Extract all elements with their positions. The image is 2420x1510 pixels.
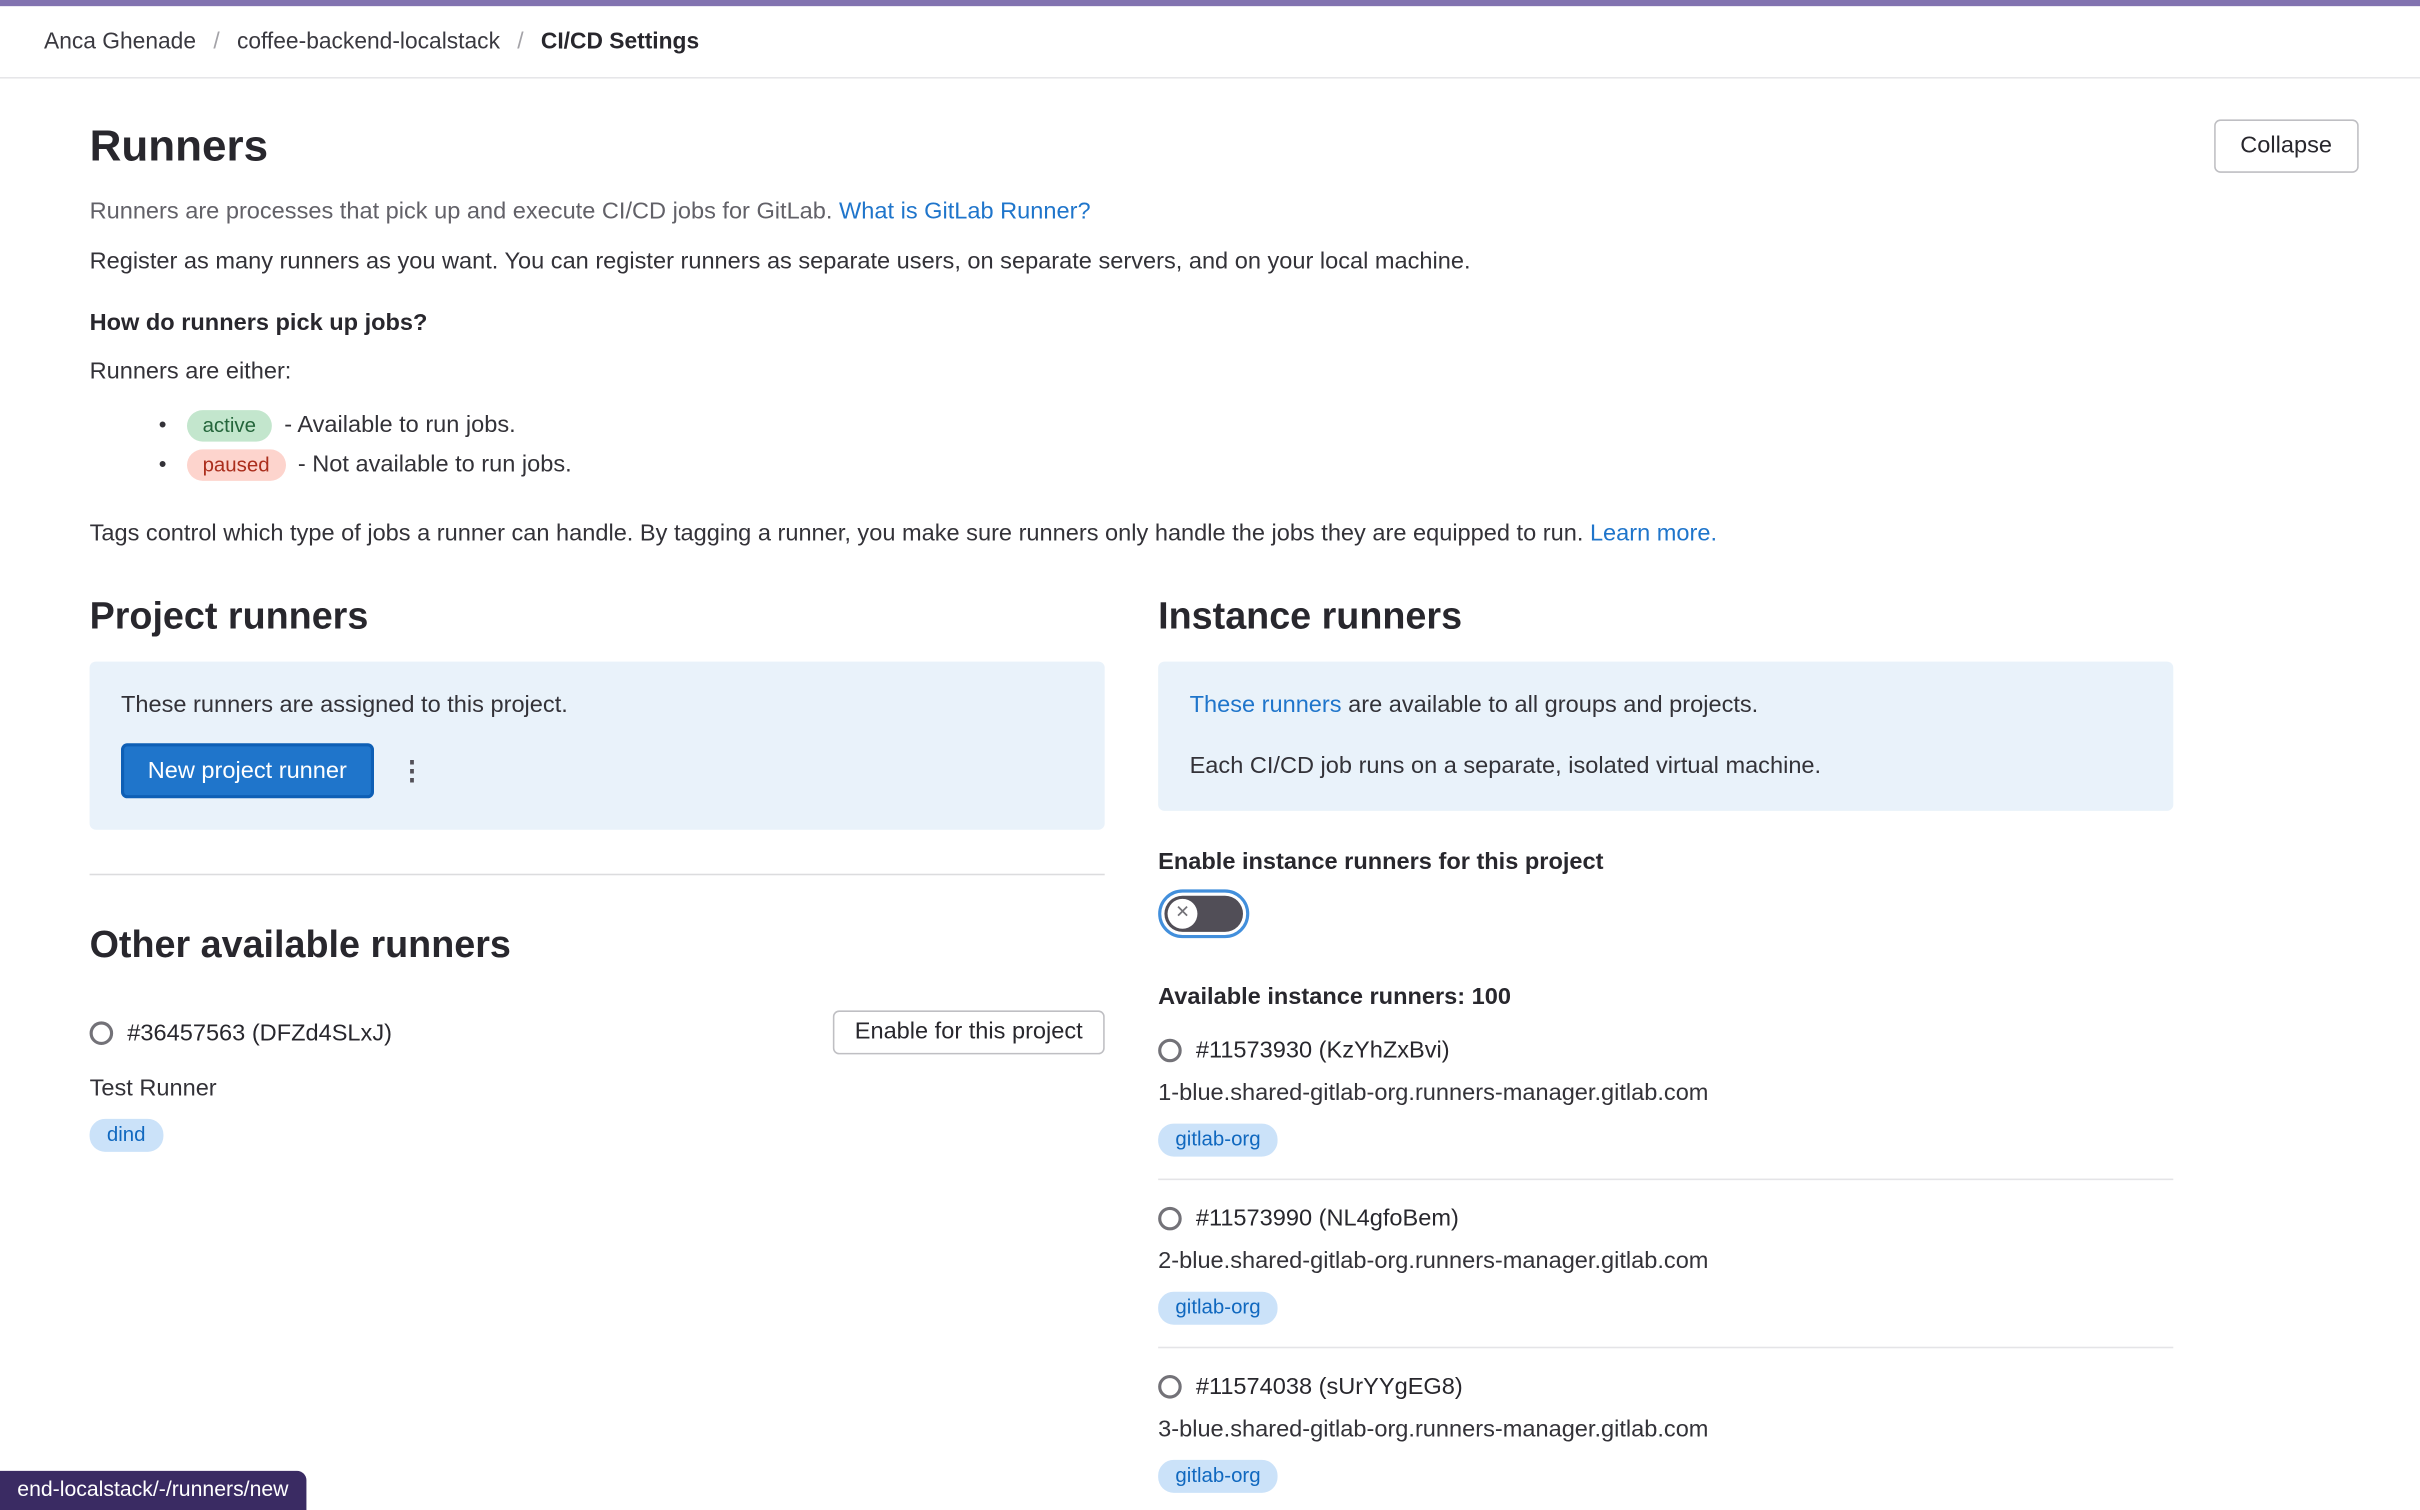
what-is-gitlab-runner-link[interactable]: What is GitLab Runner? bbox=[839, 198, 1091, 225]
enable-for-project-button[interactable]: Enable for this project bbox=[833, 1010, 1105, 1054]
runner-id-group: #36457563 (DFZd4SLxJ) bbox=[90, 1019, 392, 1046]
active-badge: active bbox=[187, 410, 272, 441]
runner-id-group: #11573990 (NL4gfoBem) bbox=[1158, 1205, 2173, 1232]
instance-runner-row: #11573990 (NL4gfoBem) 2-blue.shared-gitl… bbox=[1158, 1205, 2173, 1348]
new-project-runner-button[interactable]: New project runner bbox=[121, 743, 374, 798]
project-runners-info-box: These runners are assigned to this proje… bbox=[90, 662, 1105, 830]
runner-tag: gitlab-org bbox=[1158, 1292, 1278, 1325]
runners-columns: Project runners These runners are assign… bbox=[90, 594, 2359, 1493]
runner-tag: gitlab-org bbox=[1158, 1124, 1278, 1157]
paused-badge: paused bbox=[187, 449, 285, 480]
how-runners-pick-up-jobs-heading: How do runners pick up jobs? bbox=[90, 310, 2359, 337]
runner-id: #11573990 (NL4gfoBem) bbox=[1196, 1205, 1459, 1232]
enable-instance-runners-label: Enable instance runners for this project bbox=[1158, 849, 2173, 876]
register-text: Register as many runners as you want. Yo… bbox=[90, 248, 2359, 275]
project-runners-actions: New project runner ⋮ bbox=[121, 743, 1073, 798]
breadcrumb-user[interactable]: Anca Ghenade bbox=[44, 29, 196, 54]
runner-status-icon bbox=[1158, 1039, 1182, 1063]
instance-runners-title: Instance runners bbox=[1158, 594, 2173, 641]
runner-status-icon bbox=[1158, 1207, 1182, 1231]
other-runner-row: #36457563 (DFZd4SLxJ) Enable for this pr… bbox=[90, 1010, 1105, 1054]
runner-id: #11573930 (KzYhZxBvi) bbox=[1196, 1037, 1450, 1064]
info-rest: are available to all groups and projects… bbox=[1342, 691, 1759, 718]
runner-id-group: #11573930 (KzYhZxBvi) bbox=[1158, 1037, 2173, 1064]
runners-intro: Runners are processes that pick up and e… bbox=[90, 198, 2359, 225]
breadcrumb-separator: / bbox=[213, 29, 219, 54]
instance-runners-column: Instance runners These runners are avail… bbox=[1158, 594, 2173, 1493]
runner-id: #36457563 (DFZd4SLxJ) bbox=[127, 1019, 392, 1046]
gitlab-runners-settings-page: Anca Ghenade / coffee-backend-localstack… bbox=[0, 0, 2420, 1510]
breadcrumb-separator: / bbox=[517, 29, 523, 54]
learn-more-link[interactable]: Learn more. bbox=[1590, 520, 1717, 547]
runner-id-group: #11574038 (sUrYYgEG8) bbox=[1158, 1373, 2173, 1400]
instance-runners-info-line1: These runners are available to all group… bbox=[1190, 691, 2142, 718]
project-runners-column: Project runners These runners are assign… bbox=[90, 594, 1105, 1152]
instance-runners-toggle[interactable]: ✕ bbox=[1158, 889, 1249, 938]
instance-runner-row: #11574038 (sUrYYgEG8) 3-blue.shared-gitl… bbox=[1158, 1373, 2173, 1492]
divider bbox=[1158, 1179, 2173, 1181]
instance-runner-row: #11573930 (KzYhZxBvi) 1-blue.shared-gitl… bbox=[1158, 1037, 2173, 1180]
list-item: • active - Available to run jobs. bbox=[159, 405, 2359, 444]
tags-description: Tags control which type of jobs a runner… bbox=[90, 520, 2359, 547]
runner-state-list: • active - Available to run jobs. • paused-… bbox=[90, 405, 2359, 484]
runners-title-row: Runners Collapse bbox=[90, 119, 2359, 172]
toggle-off-x-icon: ✕ bbox=[1168, 899, 1198, 929]
runner-status-icon bbox=[90, 1021, 114, 1045]
paused-description: - Not available to run jobs. bbox=[298, 451, 572, 478]
bullet-icon: • bbox=[159, 451, 167, 476]
runner-id: #11574038 (sUrYYgEG8) bbox=[1196, 1373, 1463, 1400]
divider bbox=[90, 874, 1105, 876]
breadcrumb: Anca Ghenade / coffee-backend-localstack… bbox=[0, 6, 2420, 78]
runner-status-icon bbox=[1158, 1375, 1182, 1399]
kebab-menu-icon[interactable]: ⋮ bbox=[383, 752, 441, 790]
runner-tag: gitlab-org bbox=[1158, 1460, 1278, 1493]
active-description: - Available to run jobs. bbox=[284, 412, 515, 439]
breadcrumb-current-page[interactable]: CI/CD Settings bbox=[541, 29, 699, 54]
runner-name: Test Runner bbox=[90, 1075, 1105, 1102]
instance-runners-info-box: These runners are available to all group… bbox=[1158, 662, 2173, 811]
page-title: Runners bbox=[90, 119, 268, 172]
project-runners-info-text: These runners are assigned to this proje… bbox=[121, 691, 1073, 718]
runner-tag: dind bbox=[90, 1119, 163, 1152]
toggle-track: ✕ bbox=[1164, 896, 1243, 932]
browser-url-preview: end-localstack/-/runners/new bbox=[0, 1471, 306, 1510]
project-runners-title: Project runners bbox=[90, 594, 1105, 641]
tags-text: Tags control which type of jobs a runner… bbox=[90, 520, 1584, 547]
runners-are-either-text: Runners are either: bbox=[90, 358, 2359, 385]
list-item: • paused - Not available to run jobs. bbox=[159, 445, 2359, 484]
other-available-runners-title: Other available runners bbox=[90, 922, 1105, 969]
runner-host: 2-blue.shared-gitlab-org.runners-manager… bbox=[1158, 1248, 2173, 1275]
bullet-icon: • bbox=[159, 412, 167, 437]
collapse-button[interactable]: Collapse bbox=[2214, 119, 2359, 172]
divider bbox=[1158, 1347, 2173, 1349]
runner-host: 1-blue.shared-gitlab-org.runners-manager… bbox=[1158, 1080, 2173, 1107]
available-instance-runners-label: Available instance runners: 100 bbox=[1158, 984, 2173, 1011]
runner-host: 3-blue.shared-gitlab-org.runners-manager… bbox=[1158, 1416, 2173, 1443]
instance-runners-list: #11573930 (KzYhZxBvi) 1-blue.shared-gitl… bbox=[1158, 1037, 2173, 1493]
intro-text: Runners are processes that pick up and e… bbox=[90, 198, 833, 225]
main-content: Runners Collapse Runners are processes t… bbox=[0, 79, 2420, 1493]
breadcrumb-project[interactable]: coffee-backend-localstack bbox=[237, 29, 500, 54]
these-runners-link[interactable]: These runners bbox=[1190, 691, 1342, 718]
instance-runners-info-line2: Each CI/CD job runs on a separate, isola… bbox=[1190, 753, 2142, 780]
